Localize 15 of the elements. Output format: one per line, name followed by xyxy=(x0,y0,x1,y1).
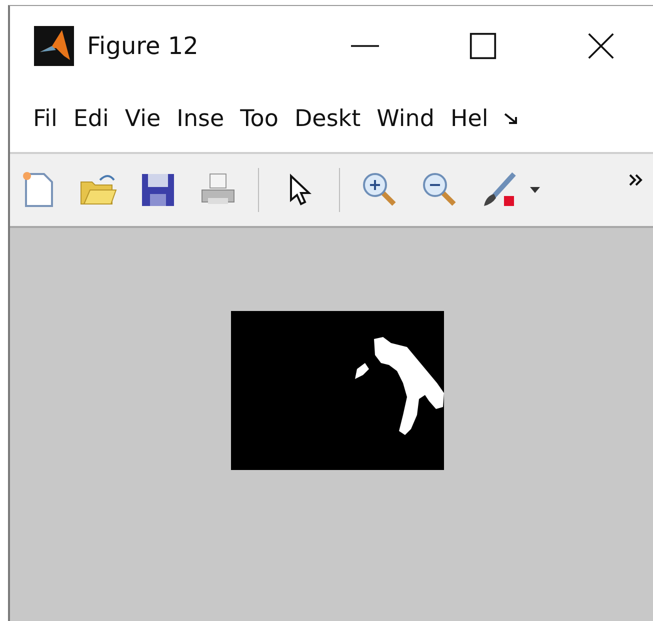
menu-item[interactable]: Wind xyxy=(376,106,434,132)
menu-overflow-icon[interactable] xyxy=(504,113,518,125)
menu-item[interactable]: Fil xyxy=(33,106,58,132)
menu-item[interactable]: Edi xyxy=(73,106,109,132)
caret-icon[interactable] xyxy=(530,187,540,193)
close-icon[interactable] xyxy=(587,32,615,60)
menu-item[interactable]: Vie xyxy=(124,106,161,132)
window-title: Figure 12 xyxy=(87,32,198,60)
menu-item[interactable]: Too xyxy=(240,106,278,132)
app-logo-icon xyxy=(33,26,75,66)
menu-item[interactable]: Deskt xyxy=(294,106,361,132)
more-icon[interactable] xyxy=(629,174,643,186)
menu-item[interactable]: Hel xyxy=(450,106,488,132)
maximize-icon[interactable] xyxy=(469,32,497,60)
menu-item[interactable]: Inse xyxy=(176,106,224,132)
